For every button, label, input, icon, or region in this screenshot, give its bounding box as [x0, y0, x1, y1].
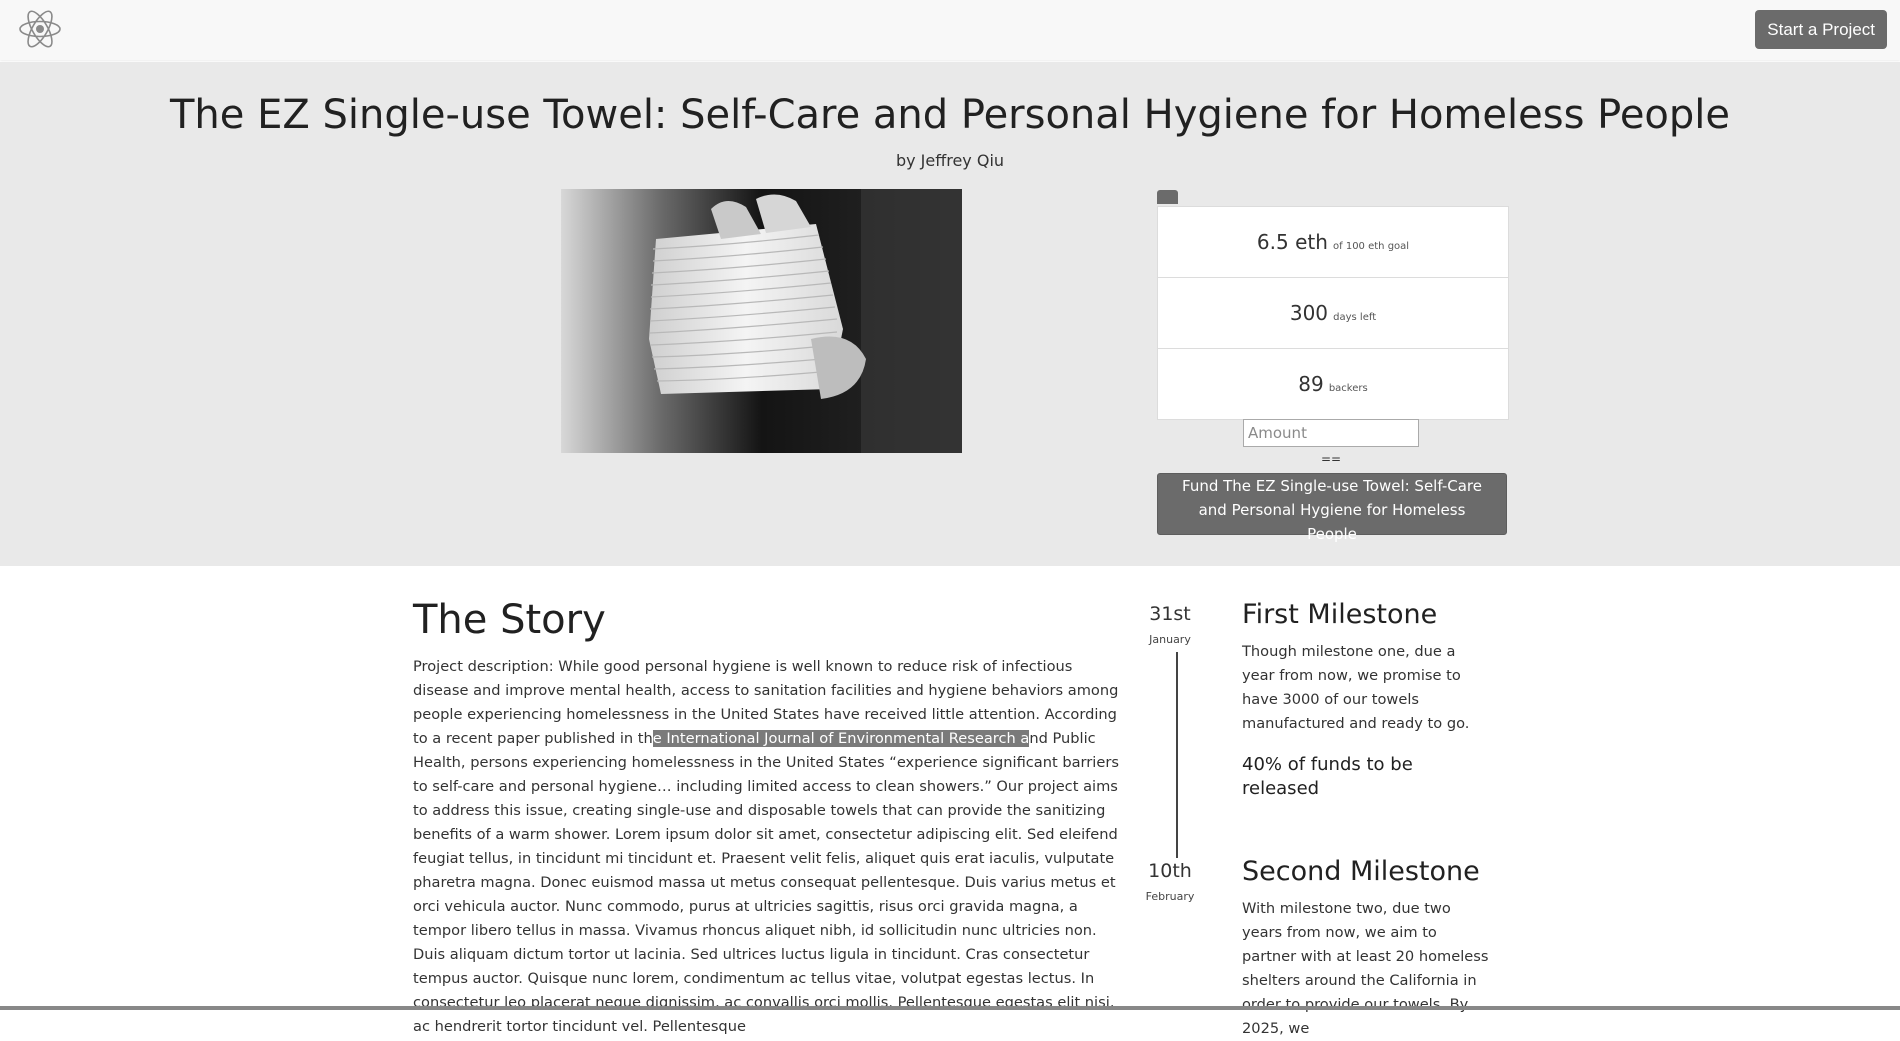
stat-backers-label: backers — [1328, 383, 1368, 394]
project-hero: The EZ Single-use Towel: Self-Care and P… — [0, 62, 1900, 566]
milestone-2-title: Second Milestone — [1242, 856, 1480, 887]
milestone-1-month: January — [1149, 633, 1191, 646]
timeline-line — [1176, 652, 1178, 858]
funding-progress-bar — [1157, 190, 1178, 204]
stat-days-value: 300 — [1289, 301, 1329, 325]
amount-input[interactable] — [1243, 419, 1419, 447]
stat-raised: 6.5 eth of 100 eth goal — [1158, 207, 1508, 278]
atom-icon[interactable] — [18, 6, 62, 52]
story-text-selection: e International Journal of Environmental… — [652, 730, 1030, 747]
story-text: Project description: While good personal… — [413, 655, 1125, 1039]
milestone-1-title: First Milestone — [1242, 599, 1438, 630]
stat-backers: 89 backers — [1158, 349, 1508, 419]
story-title: The Story — [413, 597, 606, 643]
stat-raised-label: of 100 eth goal — [1333, 241, 1410, 252]
milestone-1-text: Though milestone one, due a year from no… — [1242, 643, 1470, 732]
conversion-display: == — [1320, 452, 1342, 466]
stat-days-label: days left — [1333, 312, 1377, 323]
story-text-part: nd Public Health, persons experiencing h… — [413, 730, 1119, 1035]
milestone-2-date: 10th February — [1140, 860, 1200, 903]
milestone-2-text: With milestone two, due two years from n… — [1242, 900, 1489, 1037]
project-author: by Jeffrey Qiu — [895, 151, 1005, 170]
stat-days-left: 300 days left — [1158, 278, 1508, 349]
horizontal-scrollbar[interactable] — [0, 1006, 1900, 1010]
milestone-1-release: 40% of funds to be released — [1242, 754, 1413, 799]
milestone-1-date: 31st January — [1140, 603, 1200, 646]
navbar: Start a Project — [0, 0, 1900, 60]
towel-stack-photo — [561, 189, 962, 453]
start-project-button[interactable]: Start a Project — [1755, 10, 1887, 49]
stat-raised-value: 6.5 eth — [1256, 230, 1328, 254]
fund-project-button[interactable]: Fund The EZ Single-use Towel: Self-Care … — [1157, 473, 1507, 543]
project-title: The EZ Single-use Towel: Self-Care and P… — [169, 92, 1731, 138]
milestone-2-day: 10th — [1148, 860, 1192, 882]
stat-backers-value: 89 — [1298, 372, 1324, 396]
milestone-2-month: February — [1145, 890, 1195, 903]
milestone-1-day: 31st — [1149, 603, 1191, 625]
funding-stats: 6.5 eth of 100 eth goal 300 days left 89… — [1157, 206, 1509, 420]
